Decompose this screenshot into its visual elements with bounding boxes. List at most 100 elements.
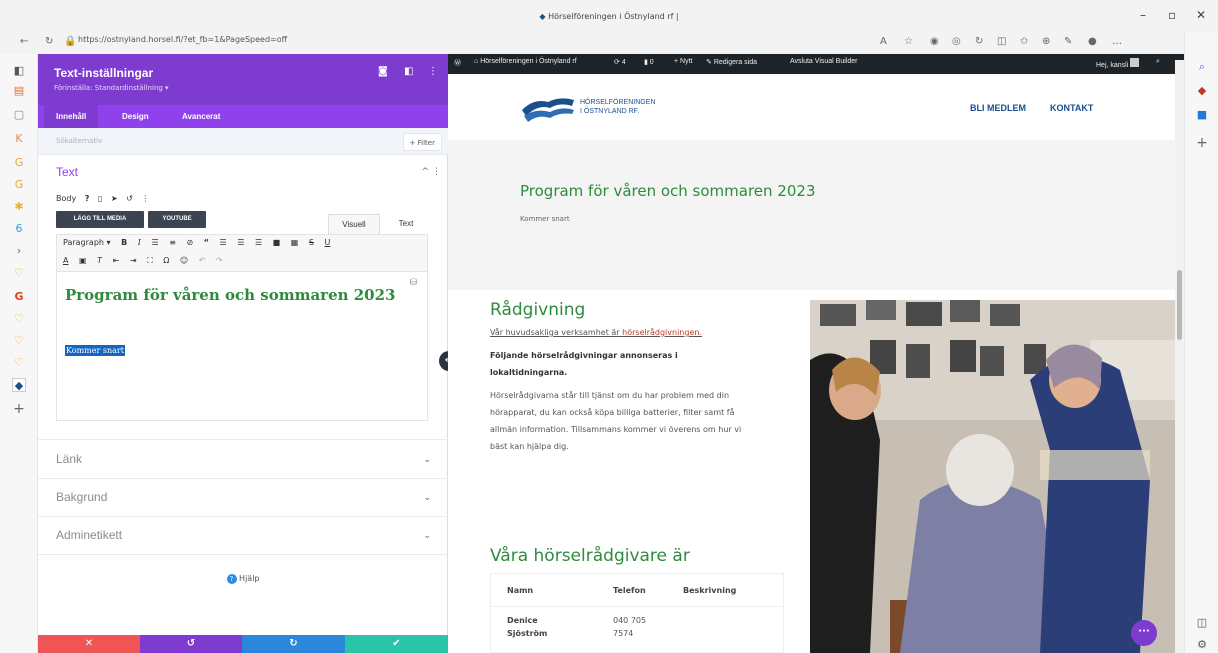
browser-tab-title[interactable]: ◆ Hörselföreningen i Östnyland rf | <box>0 12 1218 21</box>
split-screen-icon[interactable]: ◫ <box>997 36 1006 47</box>
tab-icon[interactable]: › <box>12 244 26 258</box>
discard-button[interactable]: ✕ <box>38 635 140 653</box>
italic-icon[interactable]: I <box>138 238 141 247</box>
help-icon[interactable]: ? <box>85 194 90 203</box>
search-icon[interactable]: ⌕ <box>1195 60 1209 74</box>
tab-icon[interactable]: G <box>12 156 26 170</box>
reset-icon[interactable]: ↺ <box>126 194 133 203</box>
outdent-icon[interactable]: ⇤ <box>113 256 120 265</box>
table-icon[interactable]: ▦ <box>291 238 299 247</box>
redo-button[interactable]: ↻ <box>242 635 345 653</box>
paste-text-icon[interactable]: ▣ <box>79 256 87 265</box>
align-left-icon[interactable]: ☰ <box>220 238 227 247</box>
strikethrough-icon[interactable]: S <box>309 238 314 247</box>
tab-visual[interactable]: Visuell <box>328 214 380 234</box>
tab-icon[interactable]: ♡ <box>12 312 26 326</box>
wp-site-name[interactable]: ⌂ Hörselföreningen i Östnyland rf <box>474 58 577 65</box>
page-scrollbar[interactable] <box>1175 60 1184 653</box>
numbered-list-icon[interactable]: ≡ <box>169 238 176 247</box>
site-logo-icon[interactable] <box>520 92 576 124</box>
site-logo-text[interactable]: HÖRSELFÖRENINGEN I ÖSTNYLAND RF. <box>580 98 655 116</box>
shopping-icon[interactable]: ◆ <box>1195 84 1209 98</box>
more-options-icon[interactable]: ⋮ <box>428 66 438 77</box>
indent-icon[interactable]: ⇥ <box>130 256 137 265</box>
paragraph-format-select[interactable]: Paragraph ▾ <box>63 238 111 247</box>
wordpress-icon[interactable]: Ⓦ <box>454 58 461 68</box>
chevron-down-icon[interactable]: ⌄ <box>423 455 431 465</box>
link-icon[interactable]: ⊘ <box>186 238 193 247</box>
wp-comments[interactable]: ▮ 0 <box>644 58 654 66</box>
section-admin-label-header[interactable]: Adminetikett <box>56 528 122 542</box>
save-button[interactable]: ✔ <box>345 635 448 653</box>
close-window-icon[interactable]: ✕ <box>1196 8 1206 22</box>
profile-icon[interactable]: ● <box>1088 36 1097 47</box>
tab-icon[interactable]: ♡ <box>12 334 26 348</box>
clear-format-icon[interactable]: T <box>97 256 102 265</box>
section-link-header[interactable]: Länk <box>56 452 82 466</box>
settings-icon[interactable]: ⚙ <box>1195 638 1209 652</box>
more-icon[interactable]: … <box>1112 36 1122 47</box>
undo-icon[interactable]: ↶ <box>199 256 206 265</box>
tab-icon[interactable]: 6 <box>12 222 26 236</box>
wp-account[interactable]: Hej, kansli <box>1096 58 1140 69</box>
special-char-icon[interactable]: Ω <box>163 256 169 265</box>
align-center-icon[interactable]: ☰ <box>237 238 244 247</box>
emoji-icon[interactable]: ☺ <box>180 256 188 265</box>
add-media-button[interactable]: LÄGG TILL MEDIA <box>56 211 144 228</box>
tab-icon[interactable]: G <box>12 178 26 192</box>
wp-updates[interactable]: ⟳ 4 <box>614 58 626 66</box>
restore-icon[interactable]: ▫ <box>1168 8 1176 22</box>
tab-icon[interactable]: K <box>12 132 26 146</box>
intro-link[interactable]: hörselrådgivningen. <box>622 328 702 337</box>
quote-icon[interactable]: “ <box>204 238 209 247</box>
extension-icon[interactable]: ◉ <box>930 36 939 47</box>
extension-icon[interactable]: ✎ <box>1064 36 1072 47</box>
section-background-header[interactable]: Bakgrund <box>56 490 107 504</box>
tab-actions-icon[interactable]: ◧ <box>12 64 26 78</box>
favorite-icon[interactable]: ☆ <box>904 36 913 47</box>
text-editor[interactable]: Program för våren och sommaren 2023 Komm… <box>56 271 428 421</box>
underline-icon[interactable]: U <box>325 238 331 247</box>
preset-selector[interactable]: Förinställa: Standardinställning ▾ <box>54 84 169 92</box>
extension-icon[interactable]: ◎ <box>952 36 961 47</box>
nav-contact[interactable]: KONTAKT <box>1050 103 1093 113</box>
sidebar-toggle-icon[interactable]: ◫ <box>1195 616 1209 630</box>
minimize-icon[interactable]: – <box>1140 8 1146 22</box>
dock-panel-icon[interactable]: ◧ <box>404 66 413 77</box>
read-aloud-icon[interactable]: A <box>880 36 887 47</box>
wp-edit-page[interactable]: ✎ Redigera sida <box>706 58 757 66</box>
builder-menu-button[interactable]: ··· <box>1131 620 1157 646</box>
outlook-icon[interactable]: ■ <box>1195 108 1209 122</box>
tab-icon[interactable]: ▤ <box>12 84 26 98</box>
align-right-icon[interactable]: ☰ <box>255 238 262 247</box>
help-link[interactable]: ? Hjälp <box>38 574 448 584</box>
tab-icon[interactable]: ▢ <box>12 108 26 122</box>
youtube-button[interactable]: YOUTUBE <box>148 211 206 228</box>
fullscreen-icon[interactable]: ⛶ <box>147 256 153 265</box>
search-icon[interactable]: ⌕ <box>1156 58 1160 66</box>
filter-button[interactable]: + Filter <box>402 133 442 151</box>
search-options-input[interactable]: Sökalternativ <box>56 137 102 145</box>
back-icon[interactable]: ← <box>20 36 28 47</box>
options-icon[interactable]: ⋮ <box>141 194 149 203</box>
lock-icon[interactable]: 🔒 <box>64 36 76 47</box>
redo-icon[interactable]: ↷ <box>216 256 223 265</box>
wp-exit-builder[interactable]: Avsluta Visual Builder <box>790 58 857 65</box>
collections-icon[interactable]: ⊕ <box>1042 36 1050 47</box>
dynamic-content-icon[interactable]: ⛁ <box>409 278 417 288</box>
active-tab-icon[interactable]: ◆ <box>12 378 26 392</box>
undo-button[interactable]: ↺ <box>140 635 242 653</box>
reload-icon[interactable]: ↻ <box>45 36 53 47</box>
device-icon[interactable]: ▯ <box>98 194 102 203</box>
bold-icon[interactable]: B <box>121 238 127 247</box>
tab-advanced[interactable]: Avancerat <box>182 105 220 128</box>
chevron-down-icon[interactable]: ⌄ <box>423 493 431 503</box>
refresh-icon[interactable]: ↻ <box>975 36 983 47</box>
add-sidebar-app-icon[interactable]: + <box>1195 136 1209 150</box>
chevron-up-icon[interactable]: ^ <box>421 167 429 177</box>
tab-content[interactable]: Innehåll <box>44 105 99 128</box>
justify-icon[interactable]: ■ <box>273 238 281 247</box>
tab-icon[interactable]: ♡ <box>12 356 26 370</box>
chevron-down-icon[interactable]: ⌄ <box>423 531 431 541</box>
nav-join[interactable]: BLI MEDLEM <box>970 103 1026 113</box>
